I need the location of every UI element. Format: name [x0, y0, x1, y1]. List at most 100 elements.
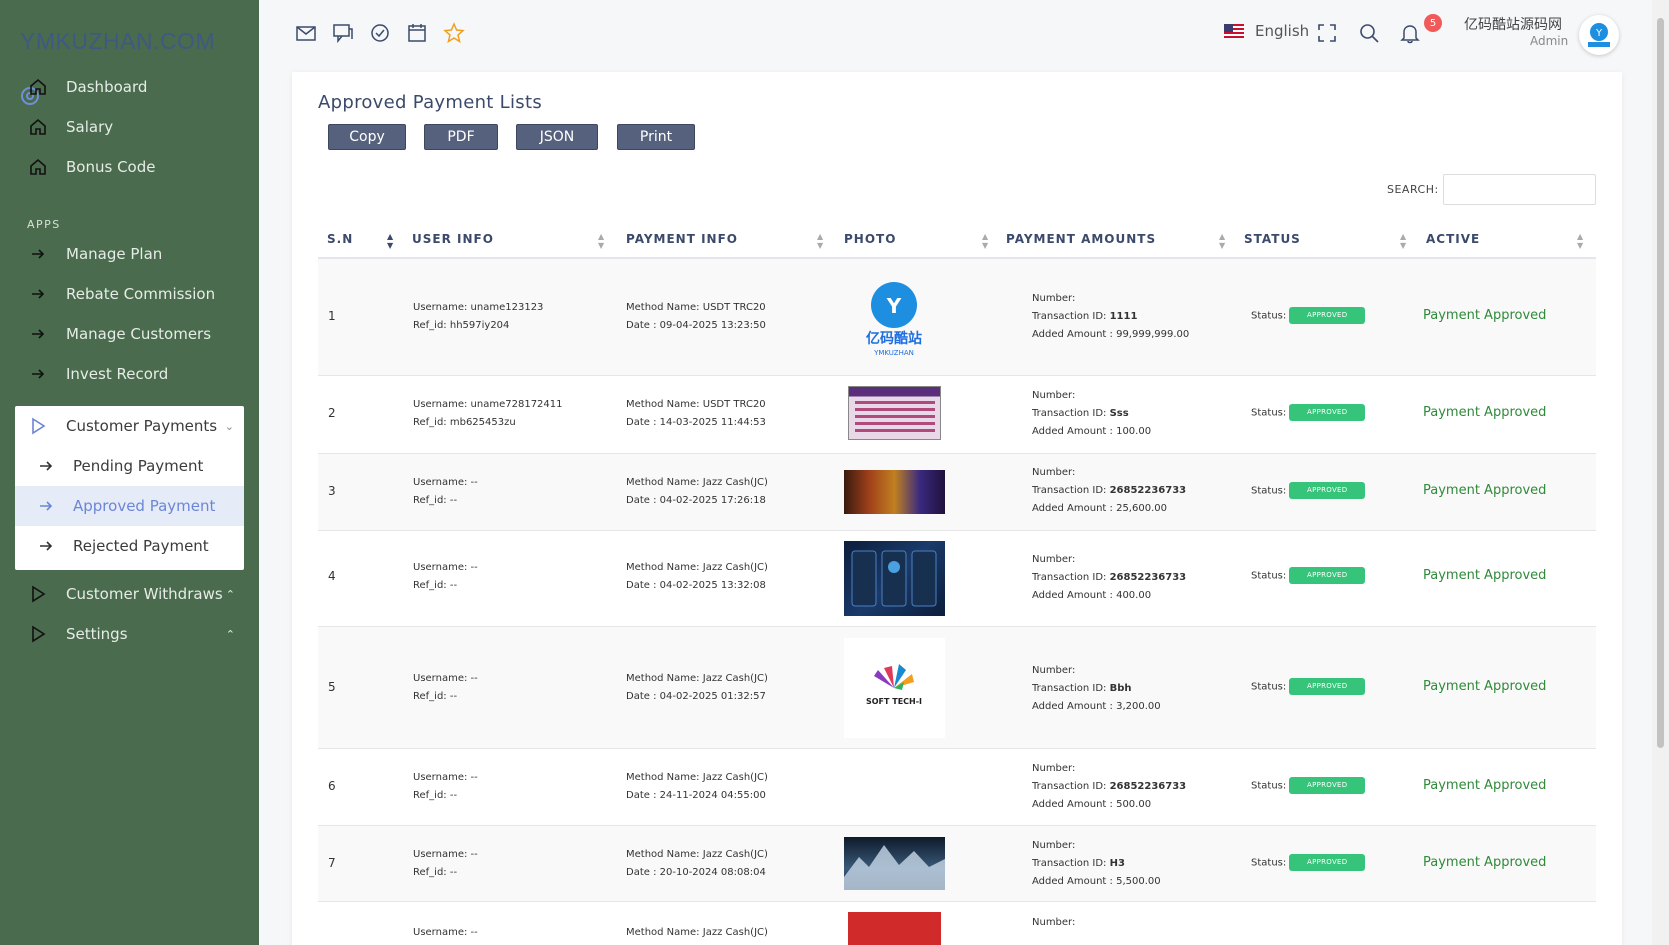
- star-icon[interactable]: [443, 22, 465, 44]
- calendar-icon[interactable]: [406, 22, 428, 44]
- sort-icon[interactable]: ▲ ▼: [1219, 232, 1225, 250]
- payment-photo[interactable]: [844, 837, 945, 890]
- sidebar-item-label: Settings: [66, 625, 128, 643]
- row-payment-amounts: Number: Transaction ID: 26852236733 Added …: [1032, 467, 1187, 514]
- row-active: Payment Approved: [1423, 568, 1547, 583]
- sidebar-item-dashboard[interactable]: Dashboard: [0, 67, 259, 107]
- col-header-photo[interactable]: PHOTO: [844, 232, 896, 246]
- row-active: Payment Approved: [1423, 405, 1547, 420]
- row-sn: 1: [328, 309, 336, 323]
- sidebar-item-label: Salary: [66, 118, 114, 136]
- col-header-payment-amounts[interactable]: PAYMENT AMOUNTS: [1006, 232, 1156, 246]
- print-button[interactable]: Print: [617, 124, 695, 150]
- sidebar-item-approved-payment[interactable]: Approved Payment: [15, 486, 244, 526]
- sidebar-item-salary[interactable]: Salary: [0, 107, 259, 147]
- row-payment-amounts: Number: Transaction ID: 1111 Added Amount …: [1032, 293, 1190, 340]
- sort-icon[interactable]: ▲ ▼: [1577, 232, 1583, 250]
- brand-logo[interactable]: YMKUZHAN.COM: [20, 28, 215, 55]
- status-badge: APPROVED: [1289, 854, 1366, 871]
- chat-icon[interactable]: [332, 22, 354, 44]
- us-flag-icon: [1224, 24, 1244, 38]
- sidebar-item-rejected-payment[interactable]: Rejected Payment: [15, 526, 244, 566]
- arrow-right-icon: [27, 363, 49, 385]
- col-header-payment-info[interactable]: PAYMENT INFO: [626, 232, 738, 246]
- row-payment-amounts: Number: Transaction ID: 26852236733 Added …: [1032, 763, 1187, 810]
- sidebar-item-bonus-code[interactable]: Bonus Code: [0, 147, 259, 187]
- sidebar-item-settings[interactable]: Settings ⌃: [0, 614, 259, 654]
- sidebar-item-rebate-commission[interactable]: Rebate Commission: [0, 274, 259, 314]
- sidebar-item-label: Dashboard: [66, 78, 148, 96]
- row-active: Payment Approved: [1423, 778, 1547, 793]
- scrollbar-thumb[interactable]: [1657, 18, 1664, 748]
- row-active: Payment Approved: [1423, 855, 1547, 870]
- sort-icon[interactable]: ▲ ▼: [598, 232, 604, 250]
- sidebar-item-customer-payments[interactable]: Customer Payments ⌄: [15, 406, 244, 446]
- json-button[interactable]: JSON: [516, 124, 598, 150]
- chevron-down-icon: ⌄: [224, 419, 234, 433]
- table-row: 7 Username: -- Ref_id: -- Method Name: Ja…: [318, 826, 1596, 902]
- payment-photo[interactable]: [848, 386, 941, 440]
- sort-icon[interactable]: ▲ ▼: [1400, 232, 1406, 250]
- col-header-sn[interactable]: S.N: [327, 232, 353, 246]
- table-row: Username: -- Method Name: Jazz Cash(JC) …: [318, 902, 1596, 945]
- row-active: Payment Approved: [1423, 483, 1547, 498]
- home-icon: [27, 116, 49, 138]
- sidebar-item-customer-withdraws[interactable]: Customer Withdraws ⌃: [0, 574, 259, 614]
- sidebar-item-invest-record[interactable]: Invest Record: [0, 354, 259, 394]
- arrow-right-icon: [27, 323, 49, 345]
- page-scrollbar[interactable]: [1652, 0, 1669, 945]
- pdf-button[interactable]: PDF: [424, 124, 498, 150]
- sidebar-item-pending-payment[interactable]: Pending Payment: [15, 446, 244, 486]
- search-input[interactable]: [1443, 174, 1596, 205]
- row-status: Status: APPROVED: [1251, 404, 1366, 423]
- col-header-active[interactable]: ACTIVE: [1426, 232, 1480, 246]
- mail-icon[interactable]: [295, 22, 317, 44]
- sort-icon[interactable]: ▲ ▼: [817, 232, 823, 250]
- sort-icon[interactable]: ▲ ▼: [982, 232, 988, 250]
- status-badge: APPROVED: [1289, 482, 1366, 499]
- sidebar-item-manage-customers[interactable]: Manage Customers: [0, 314, 259, 354]
- row-status: Status: APPROVED: [1251, 482, 1366, 501]
- payment-photo[interactable]: [848, 912, 941, 945]
- bell-icon[interactable]: [1399, 22, 1421, 44]
- search-icon[interactable]: [1358, 22, 1380, 44]
- status-badge: APPROVED: [1289, 567, 1366, 584]
- sidebar-item-label: Manage Plan: [66, 245, 163, 263]
- col-header-user-info[interactable]: USER INFO: [412, 232, 494, 246]
- payment-photo[interactable]: [844, 470, 945, 514]
- copy-button[interactable]: Copy: [328, 124, 406, 150]
- check-circle-icon[interactable]: [369, 22, 391, 44]
- table-row: 6 Username: -- Ref_id: -- Method Name: Ja…: [318, 749, 1596, 826]
- language-selector[interactable]: English: [1224, 22, 1309, 40]
- customer-payments-menu: Customer Payments ⌄ Pending Payment Appr…: [15, 406, 244, 570]
- row-status: Status: APPROVED: [1251, 678, 1366, 697]
- payment-photo[interactable]: SOFT TECH-I: [844, 638, 945, 738]
- row-payment-info: Method Name: Jazz Cash(JC): [626, 927, 768, 938]
- table-row: 1 Username: uname123123 Ref_id: hh597iy20…: [318, 259, 1596, 376]
- row-sn: 2: [328, 406, 336, 420]
- row-sn: 4: [328, 569, 336, 583]
- row-payment-info: Method Name: Jazz Cash(JC) Date : 24-11-2…: [626, 772, 768, 801]
- payment-photo[interactable]: [844, 541, 945, 616]
- section-label-apps: APPS: [27, 218, 61, 231]
- avatar[interactable]: Y: [1579, 15, 1619, 55]
- row-user-info: Username: -- Ref_id: --: [413, 849, 478, 878]
- arrow-right-icon: [27, 283, 49, 305]
- sort-asc-icon[interactable]: ▲ ▼: [387, 232, 393, 250]
- row-active: Payment Approved: [1423, 308, 1547, 323]
- status-badge: APPROVED: [1289, 777, 1366, 794]
- chevron-up-icon: ⌃: [225, 587, 235, 601]
- fullscreen-icon[interactable]: [1316, 22, 1338, 44]
- photo-logo-subtext: YMKUZHAN: [873, 349, 914, 357]
- user-role: Admin: [1530, 34, 1569, 48]
- row-user-info: Username: -- Ref_id: --: [413, 477, 478, 506]
- user-name[interactable]: 亿码酷站源码网: [1464, 14, 1562, 34]
- ymkuzhan-logo-icon: Y: [1588, 23, 1610, 47]
- row-user-info: Username: -- Ref_id: --: [413, 673, 478, 702]
- col-header-status[interactable]: STATUS: [1244, 232, 1301, 246]
- table-row: 5 Username: -- Ref_id: -- Method Name: Ja…: [318, 627, 1596, 749]
- payment-photo[interactable]: Y 亿码酷站 YMKUZHAN: [844, 279, 945, 357]
- sidebar-item-manage-plan[interactable]: Manage Plan: [0, 234, 259, 274]
- row-user-info: Username: uname728172411 Ref_id: mb625453…: [413, 399, 563, 428]
- home-icon: [27, 156, 49, 178]
